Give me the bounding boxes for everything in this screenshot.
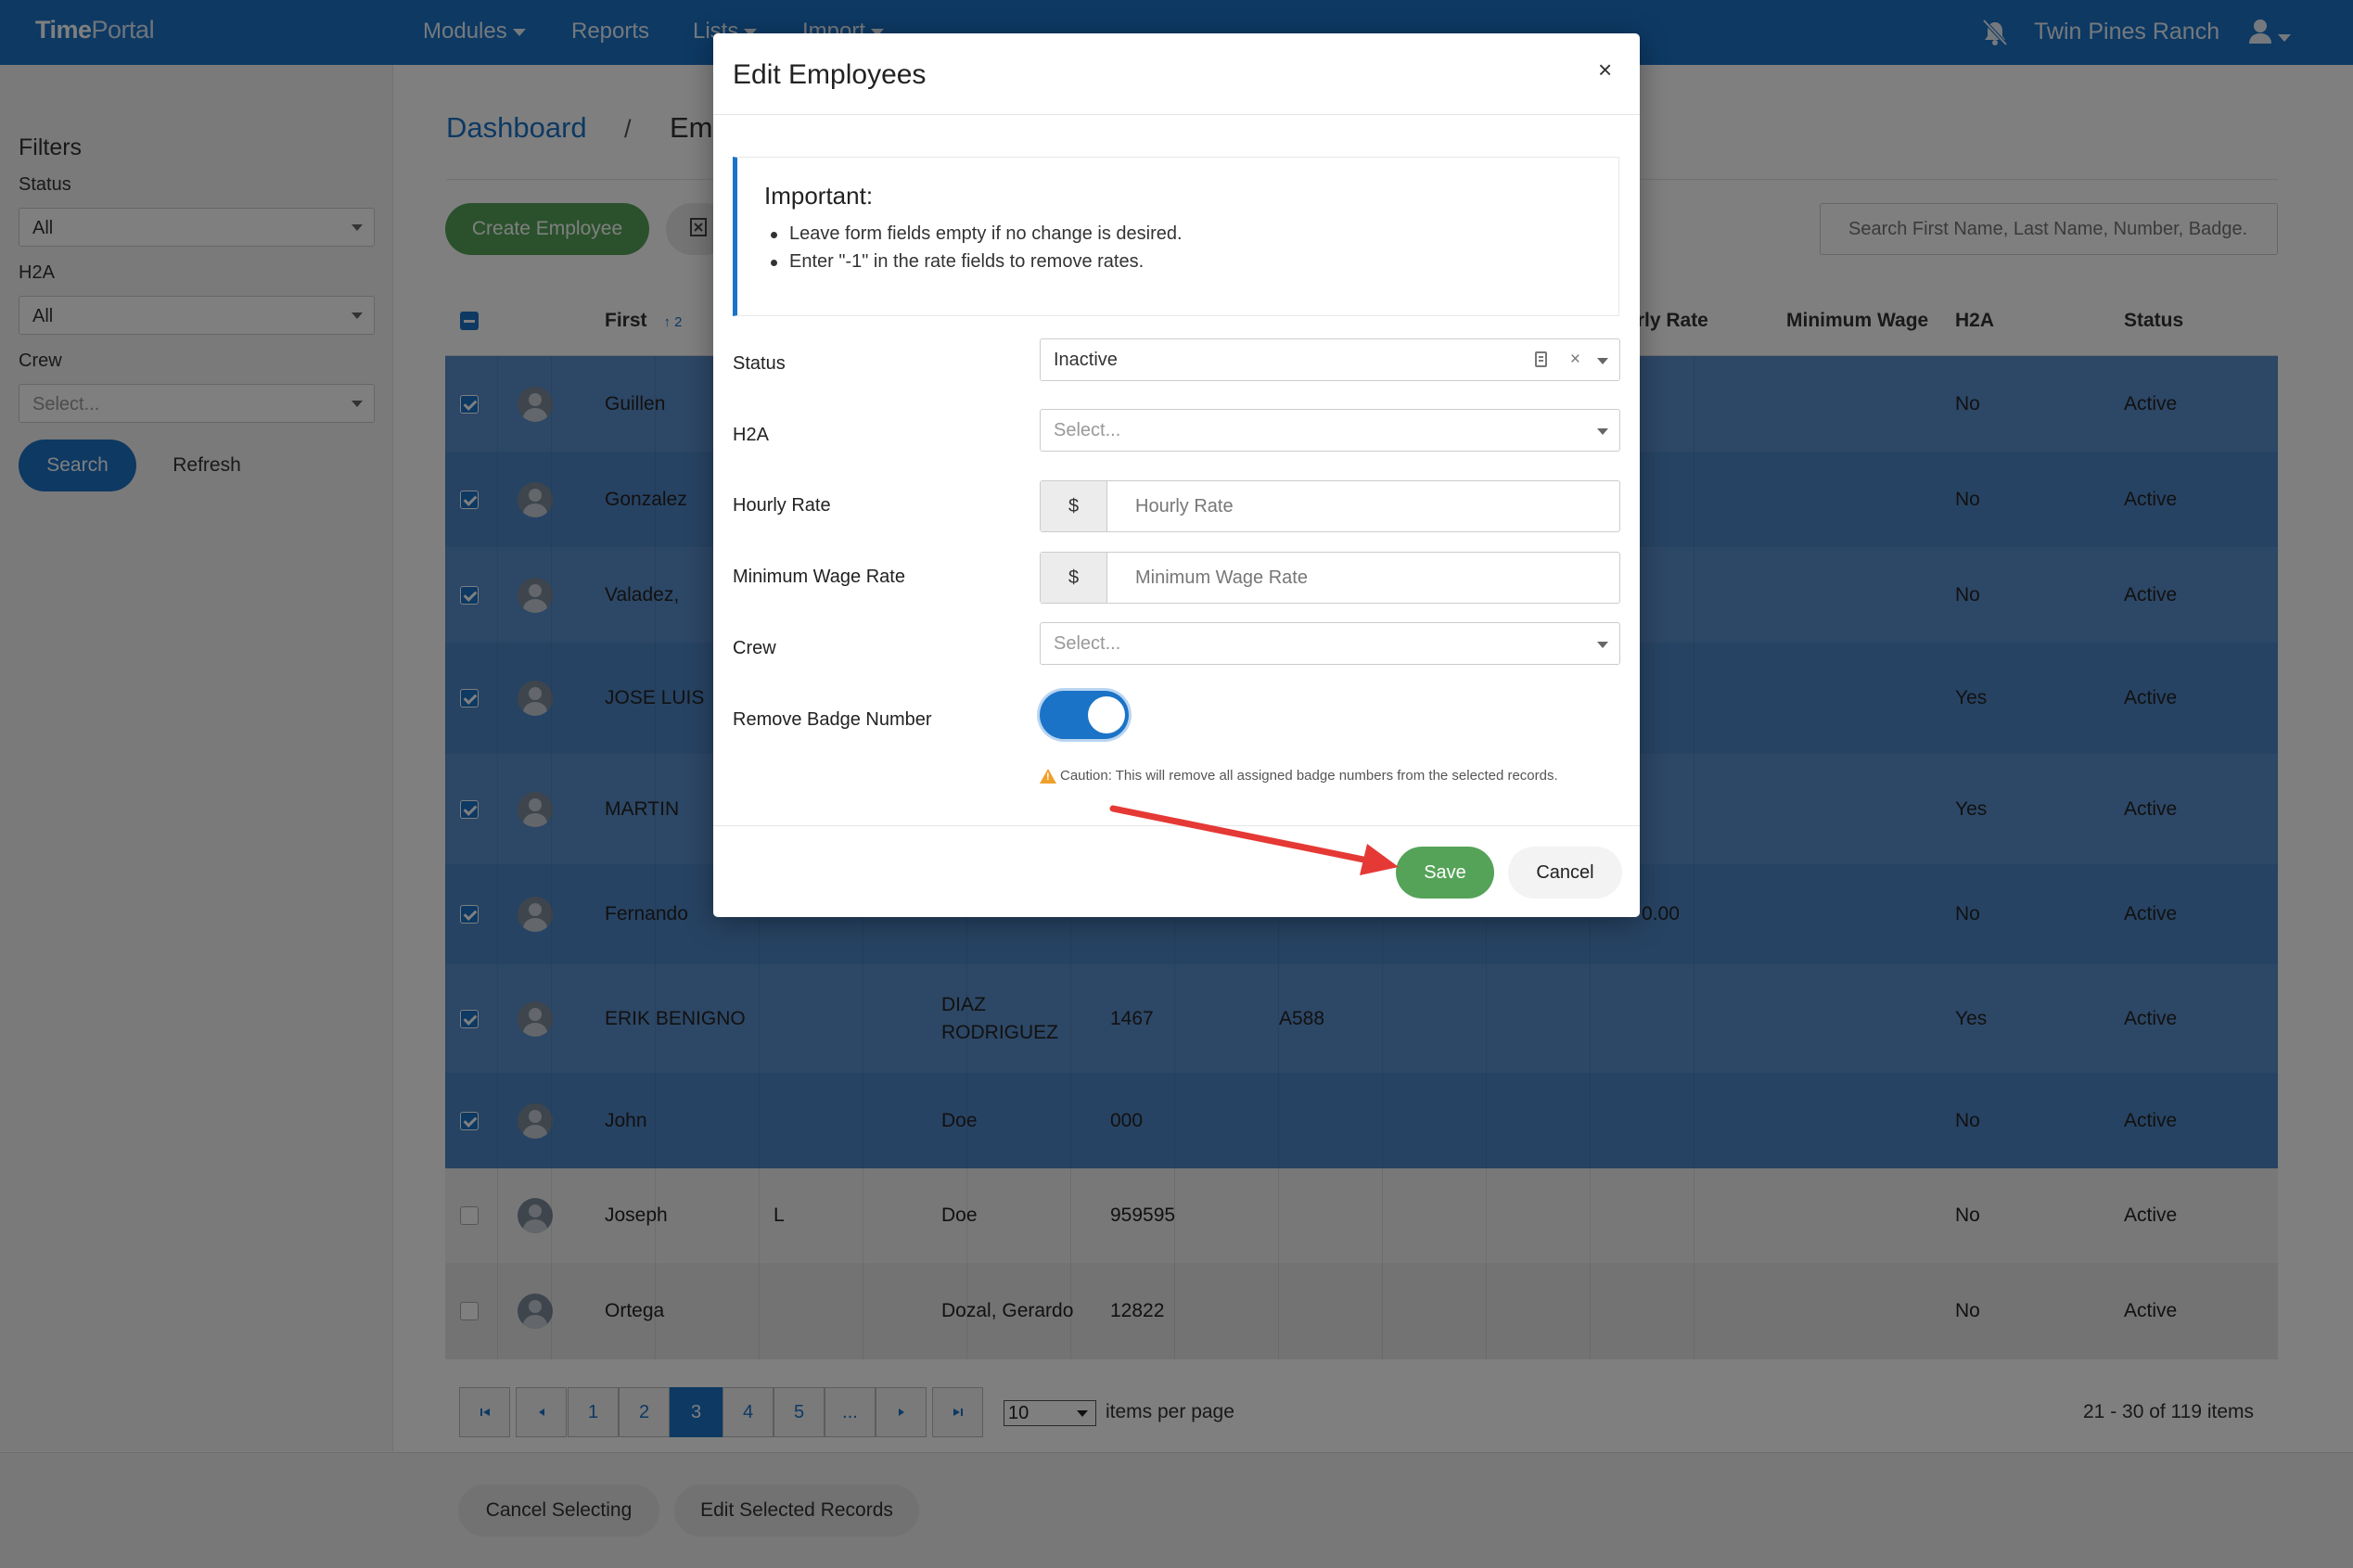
crew-field-label: Crew (733, 638, 776, 658)
important-item: Leave form fields empty if no change is … (771, 223, 1183, 244)
save-button[interactable]: Save (1396, 847, 1494, 899)
dollar-addon: $ (1041, 553, 1107, 603)
hourly-rate-label: Hourly Rate (733, 495, 831, 516)
min-wage-rate-label: Minimum Wage Rate (733, 567, 905, 587)
chevron-down-icon (1597, 428, 1608, 435)
crew-field-select[interactable]: Select... (1040, 622, 1620, 665)
h2a-field-select[interactable]: Select... (1040, 409, 1620, 452)
warning-icon (1040, 769, 1056, 784)
hourly-rate-group: $ (1040, 480, 1620, 532)
min-wage-rate-input[interactable] (1107, 553, 1619, 603)
modal-footer-divider (713, 825, 1640, 826)
modal-title: Edit Employees (733, 59, 927, 90)
min-wage-rate-group: $ (1040, 552, 1620, 604)
h2a-field-label: H2A (733, 425, 769, 445)
status-field-select[interactable]: Inactive × (1040, 338, 1620, 381)
crew-field-placeholder: Select... (1054, 633, 1121, 654)
h2a-field-placeholder: Select... (1054, 420, 1121, 440)
important-title: Important: (764, 182, 874, 210)
chevron-down-icon (1597, 642, 1608, 648)
remove-badge-label: Remove Badge Number (733, 709, 932, 730)
document-icon (1535, 351, 1547, 367)
toggle-knob (1088, 696, 1125, 733)
status-field-value: Inactive (1054, 350, 1118, 370)
status-field-label: Status (733, 353, 786, 374)
caution-text: Caution: This will remove all assigned b… (1060, 768, 1558, 784)
edit-employees-modal: Edit Employees × Important: Leave form f… (713, 33, 1640, 917)
clear-selection-icon[interactable]: × (1570, 339, 1580, 380)
dollar-addon: $ (1041, 481, 1107, 531)
modal-header-divider (713, 114, 1640, 115)
close-icon[interactable]: × (1598, 56, 1612, 84)
hourly-rate-input[interactable] (1107, 481, 1619, 531)
chevron-down-icon (1597, 358, 1608, 364)
remove-badge-toggle[interactable] (1040, 691, 1129, 739)
important-item: Enter "-1" in the rate fields to remove … (770, 251, 1145, 272)
cancel-button[interactable]: Cancel (1508, 847, 1622, 899)
important-alert: Important: Leave form fields empty if no… (733, 157, 1619, 316)
